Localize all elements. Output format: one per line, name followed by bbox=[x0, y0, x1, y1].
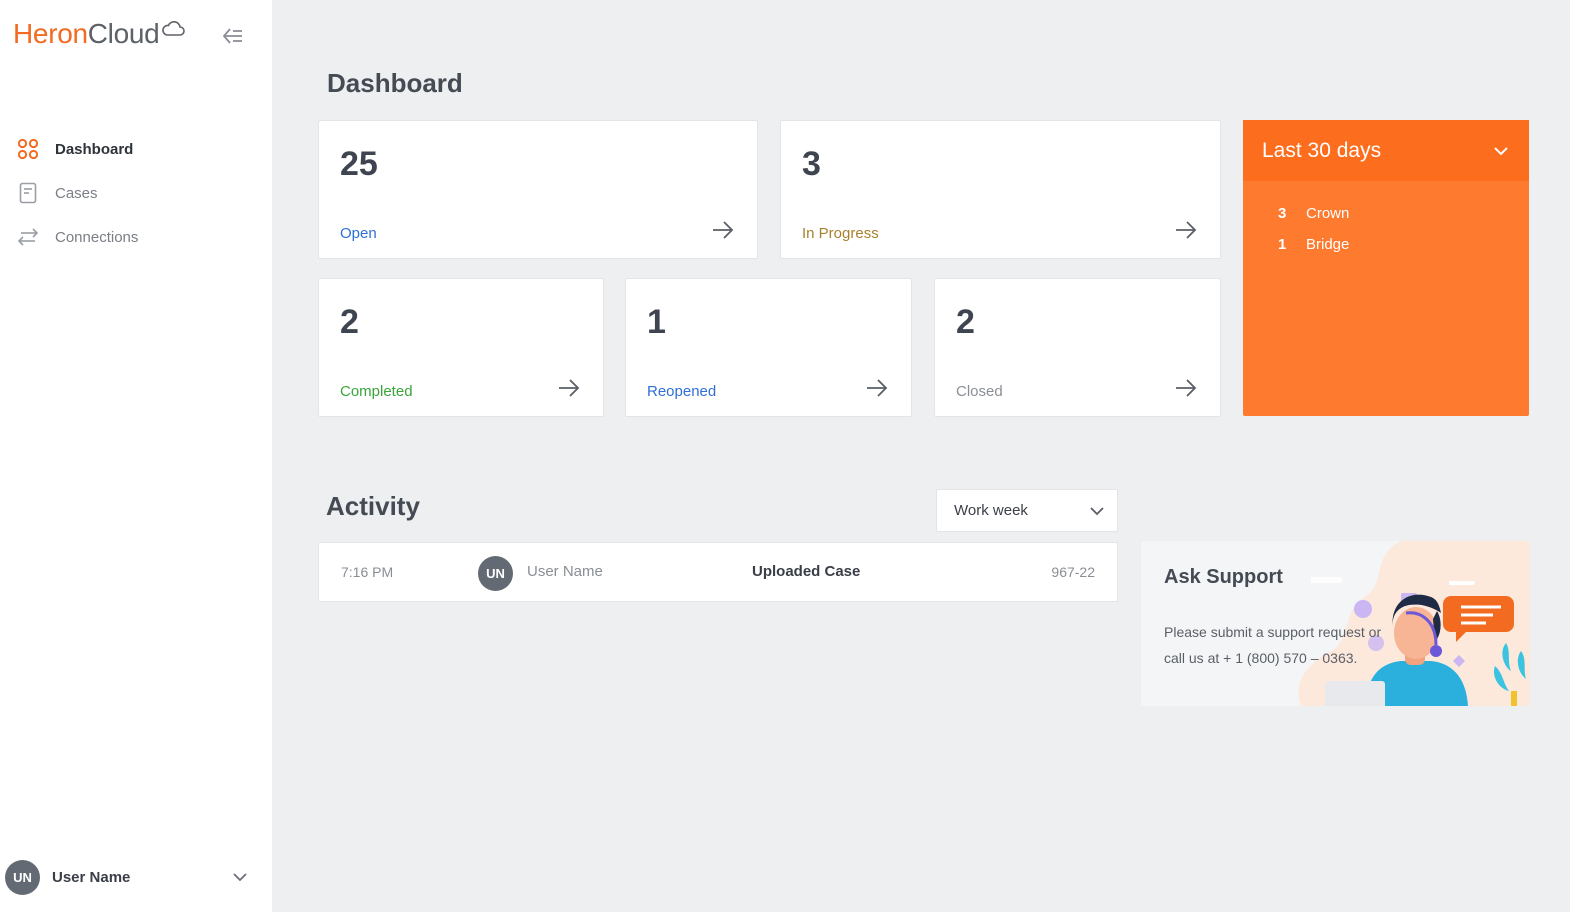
status-label: In Progress bbox=[802, 225, 879, 242]
swap-arrows-icon bbox=[16, 225, 40, 249]
arrow-right-icon bbox=[559, 379, 580, 397]
status-count: 2 bbox=[956, 303, 975, 341]
avatar: UN bbox=[478, 556, 513, 591]
period-label: Last 30 days bbox=[1262, 138, 1382, 162]
logo-text-secondary: Cloud bbox=[87, 18, 160, 49]
chevron-down-icon bbox=[1494, 146, 1508, 155]
activity-reference: 967-22 bbox=[1051, 564, 1095, 580]
page-title: Dashboard bbox=[327, 68, 463, 98]
document-icon bbox=[16, 181, 40, 205]
sidebar-item-label: Dashboard bbox=[55, 140, 134, 158]
arrow-right-icon bbox=[713, 221, 734, 239]
activity-user: User Name bbox=[527, 563, 603, 580]
item-count: 1 bbox=[1278, 236, 1287, 253]
user-menu[interactable]: UN User Name bbox=[5, 859, 257, 895]
status-label: Open bbox=[340, 225, 377, 242]
sidebar-item-label: Connections bbox=[55, 228, 139, 246]
status-count: 1 bbox=[647, 303, 666, 341]
sidebar-item-cases[interactable]: Cases bbox=[0, 171, 272, 215]
cloud-icon bbox=[162, 21, 186, 36]
user-name: User Name bbox=[52, 868, 131, 886]
period-summary-panel: Last 30 days 3 Crown 1 Bridge bbox=[1243, 120, 1529, 416]
sidebar-item-dashboard[interactable]: Dashboard bbox=[0, 127, 272, 171]
dashboard-grid-icon bbox=[16, 137, 40, 161]
status-count: 25 bbox=[340, 145, 378, 183]
chevron-down-icon bbox=[1090, 506, 1104, 515]
status-card-completed[interactable]: 2 Completed bbox=[318, 278, 604, 417]
arrow-right-icon bbox=[1176, 379, 1197, 397]
status-label: Closed bbox=[956, 383, 1003, 400]
list-item[interactable]: 3 Crown bbox=[1243, 198, 1529, 229]
status-count: 3 bbox=[802, 145, 821, 183]
collapse-sidebar-button[interactable] bbox=[218, 22, 248, 50]
activity-time: 7:16 PM bbox=[341, 564, 394, 580]
period-list: 3 Crown 1 Bridge bbox=[1243, 181, 1529, 260]
item-count: 3 bbox=[1278, 205, 1287, 222]
item-name: Crown bbox=[1306, 205, 1350, 222]
arrow-right-icon bbox=[1176, 221, 1197, 239]
list-item[interactable]: 1 Bridge bbox=[1243, 229, 1529, 260]
support-card[interactable]: Ask Support Please submit a support requ… bbox=[1141, 541, 1530, 706]
sidebar-nav: Dashboard Cases Connections bbox=[0, 127, 272, 259]
sidebar: Heron Cloud Dashboard Cases Connections U… bbox=[0, 0, 272, 912]
status-card-in-progress[interactable]: 3 In Progress bbox=[780, 120, 1221, 259]
arrow-right-icon bbox=[867, 379, 888, 397]
support-title: Ask Support bbox=[1164, 566, 1283, 588]
table-row[interactable]: 7:16 PM UN User Name Uploaded Case 967-2… bbox=[318, 542, 1118, 602]
status-card-open[interactable]: 25 Open bbox=[318, 120, 758, 259]
app-logo[interactable]: Heron Cloud bbox=[13, 18, 186, 50]
status-label: Reopened bbox=[647, 383, 717, 400]
activity-action: Uploaded Case bbox=[752, 563, 861, 580]
activity-title: Activity bbox=[326, 491, 420, 521]
activity-period-select[interactable]: Work week bbox=[936, 489, 1118, 532]
status-count: 2 bbox=[340, 303, 359, 341]
collapse-arrow-icon bbox=[222, 28, 242, 44]
logo-text-primary: Heron bbox=[13, 18, 88, 49]
avatar: UN bbox=[5, 859, 40, 895]
status-card-closed[interactable]: 2 Closed bbox=[934, 278, 1221, 417]
period-dropdown[interactable]: Last 30 days bbox=[1243, 120, 1529, 181]
status-card-reopened[interactable]: 1 Reopened bbox=[625, 278, 912, 417]
chevron-down-icon bbox=[233, 873, 247, 882]
support-text: Please submit a support request or call … bbox=[1164, 624, 1382, 666]
sidebar-item-connections[interactable]: Connections bbox=[0, 215, 272, 259]
status-label: Completed bbox=[340, 383, 413, 400]
selected-value: Work week bbox=[954, 502, 1028, 519]
sidebar-item-label: Cases bbox=[55, 184, 98, 202]
item-name: Bridge bbox=[1306, 236, 1350, 253]
